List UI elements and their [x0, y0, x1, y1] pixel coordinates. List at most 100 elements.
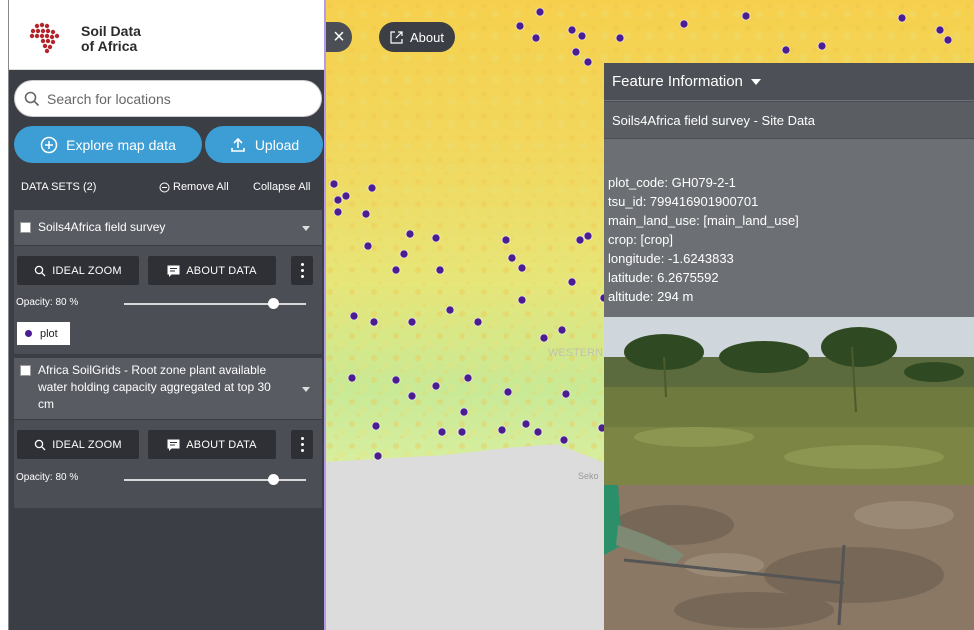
map-point[interactable] [515, 21, 525, 31]
explore-button-label: Explore map data [66, 136, 176, 153]
map-point[interactable] [405, 229, 415, 239]
map-point[interactable] [349, 311, 359, 321]
map-point[interactable] [615, 33, 625, 43]
remove-all-label: Remove All [173, 181, 229, 193]
opacity-slider[interactable] [124, 474, 306, 485]
map-point[interactable] [501, 235, 511, 245]
layer-card-soilgrids: Africa SoilGrids - Root zone plant avail… [14, 358, 322, 508]
layer-card-soils4africa: Soils4Africa field survey IDEAL ZOOM ABO… [14, 210, 322, 354]
layer-header[interactable]: Soils4Africa field survey [14, 210, 322, 246]
layer-visibility-checkbox[interactable] [20, 365, 31, 376]
map-point[interactable] [943, 35, 953, 45]
search-box[interactable] [14, 80, 322, 117]
collapse-all-button[interactable]: Collapse All [253, 181, 310, 193]
opacity-label: Opacity: 80 % [16, 297, 79, 308]
map-point[interactable] [371, 421, 381, 431]
logo-title-line2: of Africa [81, 38, 138, 54]
map-point[interactable] [567, 277, 577, 287]
map-point[interactable] [399, 249, 409, 259]
map-point[interactable] [935, 25, 945, 35]
map-point[interactable] [575, 235, 585, 245]
datasets-bar: DATA SETS (2) Remove All Collapse All [9, 172, 325, 202]
attr-main-land-use: main_land_use: [main_land_use] [608, 213, 799, 228]
layer-name: Soils4Africa field survey [38, 220, 166, 234]
map-point[interactable] [391, 375, 401, 385]
about-data-button[interactable]: ABOUT DATA [148, 430, 276, 459]
map-point[interactable] [531, 33, 541, 43]
map-point[interactable] [391, 265, 401, 275]
map-point[interactable] [817, 41, 827, 51]
map-point[interactable] [583, 57, 593, 67]
about-button[interactable]: About [379, 22, 455, 52]
map-point[interactable] [571, 47, 581, 57]
upload-button[interactable]: Upload [205, 126, 323, 163]
feature-info-title: Feature Information [612, 73, 743, 90]
feature-attributes: plot_code: GH079-2-1 tsu_id: 79941690190… [608, 173, 799, 306]
map-point[interactable] [741, 11, 751, 21]
map-point[interactable] [497, 425, 507, 435]
explore-map-data-button[interactable]: Explore map data [14, 126, 202, 163]
map-point[interactable] [361, 209, 371, 219]
ideal-zoom-button[interactable]: IDEAL ZOOM [17, 256, 139, 285]
map-point[interactable] [517, 263, 527, 273]
search-input[interactable] [47, 87, 307, 111]
feature-info-header[interactable]: Feature Information [604, 63, 974, 101]
map-point[interactable] [373, 451, 383, 461]
chevron-down-icon[interactable] [750, 78, 761, 85]
map-point[interactable] [363, 241, 373, 251]
opacity-slider[interactable] [124, 298, 306, 309]
map-point[interactable] [333, 195, 343, 205]
about-data-button[interactable]: ABOUT DATA [148, 256, 276, 285]
more-options-button[interactable] [291, 430, 313, 459]
map-point[interactable] [533, 427, 543, 437]
map-point[interactable] [431, 381, 441, 391]
map-point[interactable] [445, 305, 455, 315]
map-point[interactable] [457, 427, 467, 437]
map-point[interactable] [897, 13, 907, 23]
map-point[interactable] [329, 179, 339, 189]
layer-header[interactable]: Africa SoilGrids - Root zone plant avail… [14, 358, 322, 420]
map-point[interactable] [577, 31, 587, 41]
logo-bar: Soil Data of Africa [9, 0, 325, 70]
map-point[interactable] [347, 373, 357, 383]
remove-all-button[interactable]: Remove All [159, 181, 229, 193]
map-point[interactable] [333, 207, 343, 217]
map-point[interactable] [407, 391, 417, 401]
layer-visibility-checkbox[interactable] [20, 222, 31, 233]
sidebar: Soil Data of Africa Explore map data Upl… [8, 0, 325, 630]
map-point[interactable] [567, 25, 577, 35]
map-point[interactable] [781, 45, 791, 55]
attr-altitude: altitude: 294 m [608, 289, 694, 304]
map-point[interactable] [437, 427, 447, 437]
plus-circle-icon [40, 136, 58, 153]
map-point[interactable] [503, 387, 513, 397]
map-point[interactable] [435, 265, 445, 275]
ideal-zoom-button[interactable]: IDEAL ZOOM [17, 430, 139, 459]
map-point[interactable] [463, 373, 473, 383]
upload-button-label: Upload [254, 136, 300, 153]
map-point[interactable] [407, 317, 417, 327]
map-point[interactable] [559, 435, 569, 445]
map-point[interactable] [539, 333, 549, 343]
map-point[interactable] [507, 253, 517, 263]
map-point[interactable] [521, 419, 531, 429]
map-point[interactable] [459, 407, 469, 417]
map-point[interactable] [367, 183, 377, 193]
chevron-down-icon[interactable] [302, 226, 310, 231]
more-options-button[interactable] [291, 256, 313, 285]
map-point[interactable] [473, 317, 483, 327]
opacity-slider-thumb[interactable] [268, 474, 279, 485]
minus-circle-icon [159, 182, 170, 192]
map-point[interactable] [583, 231, 593, 241]
legend-item: plot [17, 322, 70, 345]
map-point[interactable] [431, 233, 441, 243]
map-point[interactable] [535, 7, 545, 17]
map-point[interactable] [679, 19, 689, 29]
chevron-down-icon[interactable] [302, 387, 310, 392]
map-point[interactable] [557, 325, 567, 335]
map-point[interactable] [561, 389, 571, 399]
map-point[interactable] [341, 191, 351, 201]
map-point[interactable] [517, 295, 527, 305]
opacity-slider-thumb[interactable] [268, 298, 279, 309]
map-point[interactable] [369, 317, 379, 327]
